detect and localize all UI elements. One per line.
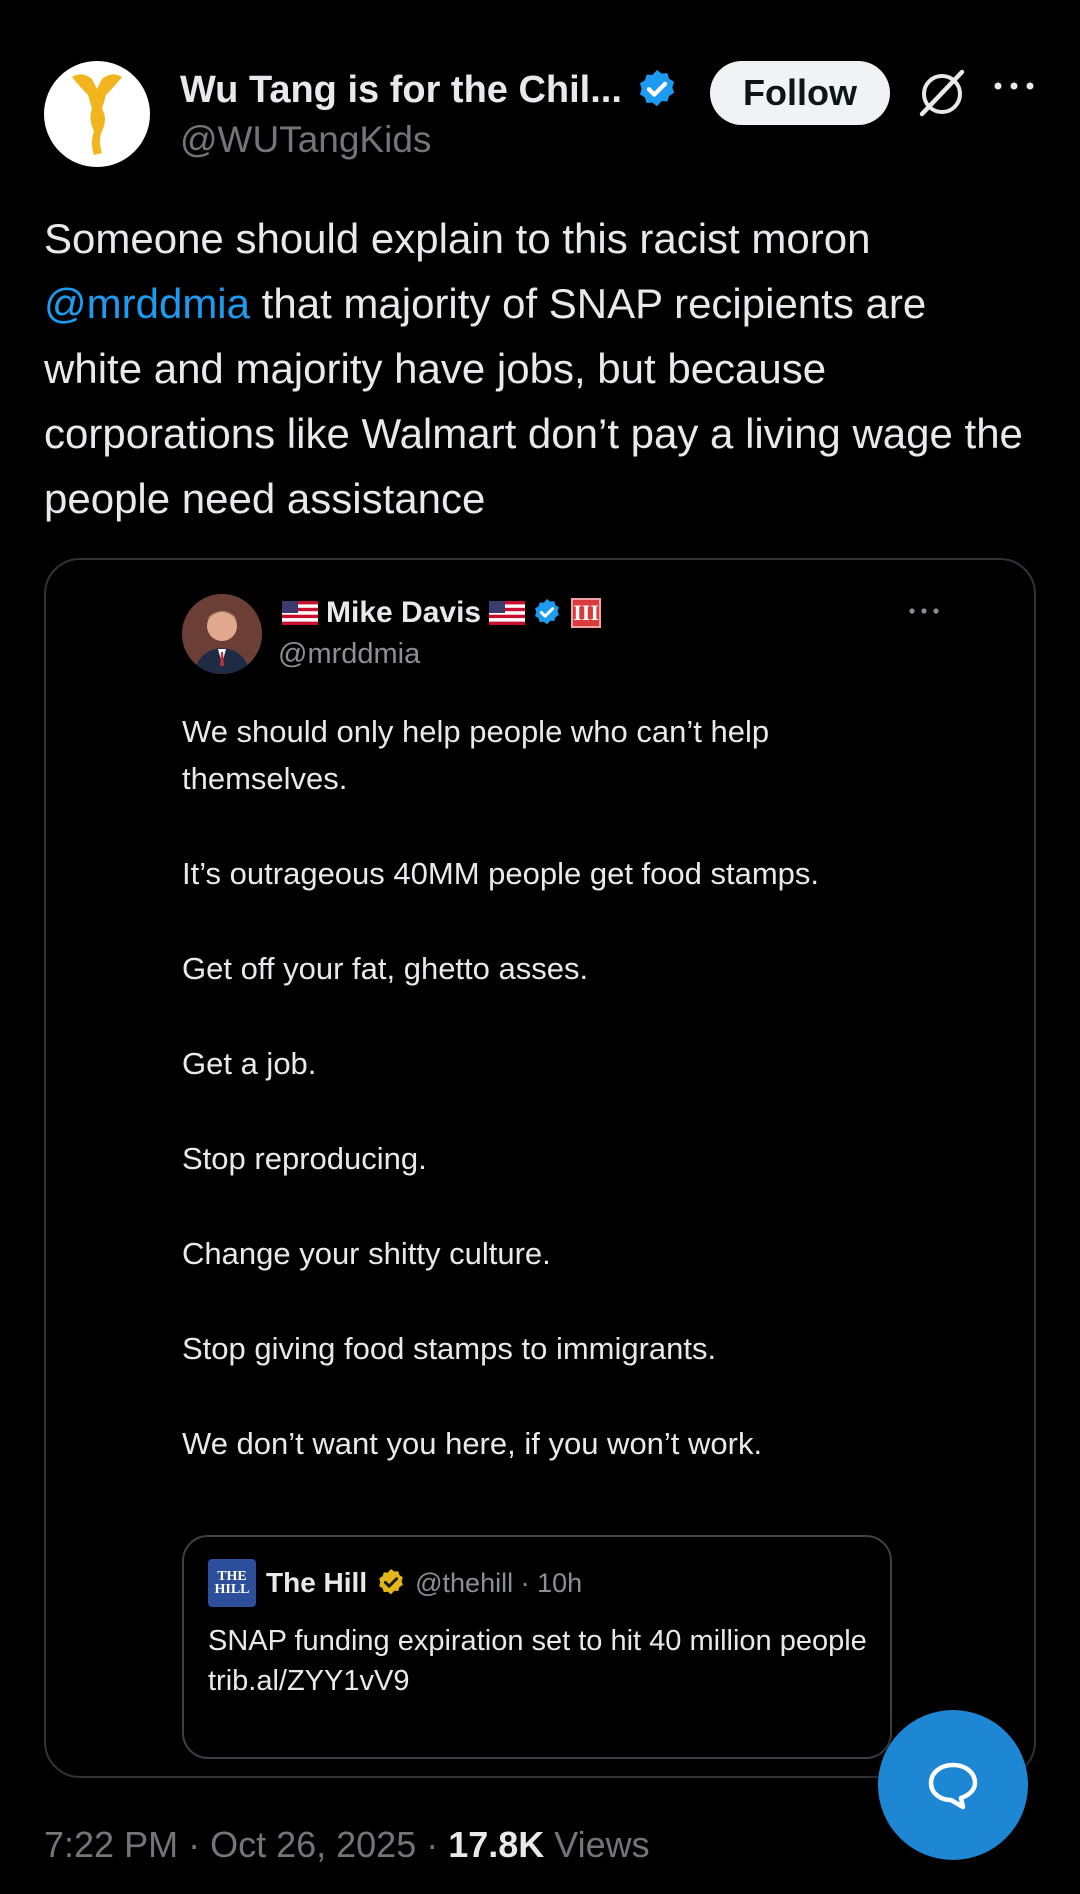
tweet-text-before: Someone should explain to this racist mo…: [44, 215, 871, 262]
quoted-paragraph: Get a job.: [182, 1046, 317, 1081]
more-options-icon: [909, 608, 939, 614]
quoted-handle: @mrddmia: [278, 638, 421, 670]
wu-tang-logo-icon: [72, 74, 122, 155]
tweet-header: Wu Tang is for the Chil... @WUTangKids F…: [44, 58, 1036, 170]
author-handle[interactable]: @WUTangKids: [180, 119, 680, 161]
quoted-header: Mike Davis III @mrddmia: [182, 594, 942, 674]
author-names: Wu Tang is for the Chil... @WUTangKids: [180, 67, 680, 161]
nested-display-name: The Hill: [266, 1567, 368, 1598]
views-count[interactable]: 17.8K: [448, 1824, 544, 1866]
tweet-time[interactable]: 7:22 PM: [44, 1824, 178, 1866]
nested-quote-card: THE HILL The Hill @thehill · 10h SNAP fu…: [182, 1535, 892, 1759]
quoted-display-name: Mike Davis: [326, 596, 482, 629]
grok-icon[interactable]: [914, 64, 970, 120]
quoted-image-card[interactable]: Mike Davis III @mrddmia We should only h…: [44, 558, 1036, 1778]
separator-dot: ·: [188, 1824, 201, 1865]
nested-link: trib.al/ZYY1vV9: [208, 1665, 410, 1697]
author-avatar[interactable]: [44, 61, 150, 167]
separator-dot: ·: [426, 1824, 439, 1865]
tweet-footer: 7:22 PM · Oct 26, 2025 · 17.8K Views: [44, 1824, 650, 1866]
gold-verified-badge-icon: [379, 1569, 403, 1595]
quoted-paragraph: Get off your fat, ghetto asses.: [182, 951, 589, 986]
verified-badge-icon: [535, 599, 559, 625]
nested-headline: SNAP funding expiration set to hit 40 mi…: [208, 1625, 867, 1657]
nested-meta: @thehill · 10h: [415, 1567, 583, 1598]
more-options-icon[interactable]: [992, 74, 1036, 98]
roman-numeral-badge: III: [571, 598, 602, 628]
mention-link[interactable]: @mrddmia: [44, 280, 250, 327]
nested-quote-header: THE HILL The Hill @thehill · 10h: [208, 1559, 582, 1607]
reply-fab-button[interactable]: [878, 1710, 1028, 1860]
follow-button[interactable]: Follow: [710, 61, 890, 125]
us-flag-icon: [489, 601, 526, 625]
verified-badge-icon: [639, 69, 674, 107]
quoted-name-row: Mike Davis III: [278, 596, 602, 630]
person-portrait-icon: [182, 594, 262, 674]
logo-text-bottom: HILL: [214, 1582, 250, 1597]
reply-bubble-icon: [928, 1762, 978, 1810]
tweet-text: Someone should explain to this racist mo…: [44, 206, 1034, 531]
quoted-avatar: [182, 594, 262, 674]
quoted-body: We should only help people who can’t hel…: [182, 708, 902, 1467]
quoted-paragraph: Stop reproducing.: [182, 1141, 427, 1176]
tweet-detail-page: Wu Tang is for the Chil... @WUTangKids F…: [0, 0, 1080, 1894]
views-label[interactable]: Views: [554, 1824, 649, 1866]
quoted-paragraph: Change your shitty culture.: [182, 1236, 551, 1271]
the-hill-logo: THE HILL: [208, 1559, 256, 1607]
nested-text: SNAP funding expiration set to hit 40 mi…: [208, 1621, 868, 1701]
us-flag-icon: [282, 601, 318, 625]
quoted-paragraph: We don’t want you here, if you won’t wor…: [182, 1426, 763, 1461]
tweet-date[interactable]: Oct 26, 2025: [210, 1824, 416, 1866]
quoted-paragraph: We should only help people who can’t hel…: [182, 714, 770, 796]
quoted-paragraph: Stop giving food stamps to immigrants.: [182, 1331, 717, 1366]
quoted-paragraph: It’s outrageous 40MM people get food sta…: [182, 856, 820, 891]
author-display-name[interactable]: Wu Tang is for the Chil...: [180, 69, 622, 112]
